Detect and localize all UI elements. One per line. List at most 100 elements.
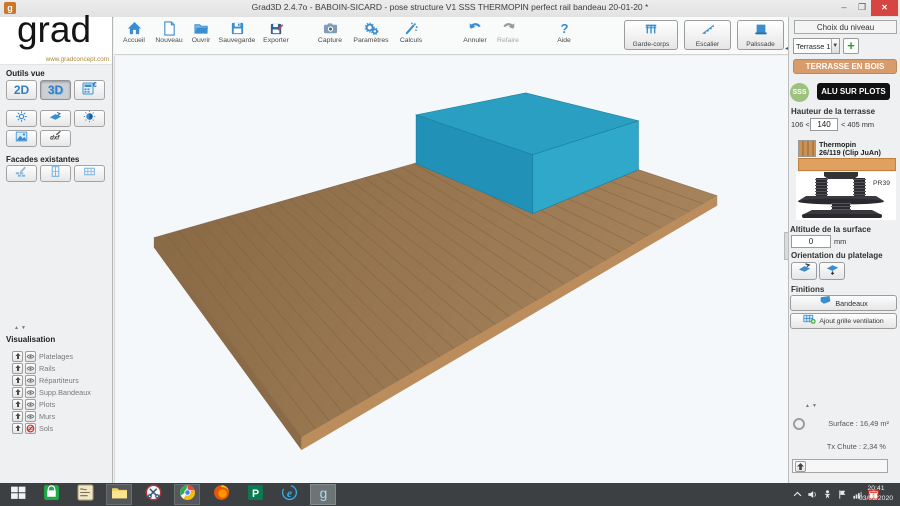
toolbar-spacer — [428, 19, 458, 20]
tool-button-dxf[interactable]: dxf — [40, 130, 71, 147]
toolbar-button-garde-corps[interactable]: Garde-corps — [624, 20, 678, 50]
eye-icon[interactable] — [25, 375, 36, 386]
alu-sur-plots-button[interactable]: ALU SUR PLOTS — [817, 83, 890, 100]
toolbar-button-nouveau[interactable]: Nouveau — [152, 19, 186, 44]
taskbar-publisher-button[interactable]: P — [242, 484, 268, 505]
speaker-icon[interactable] — [807, 489, 818, 500]
toolbar-button-parametres[interactable]: Paramètres — [348, 19, 394, 44]
altitude-unit: mm — [834, 237, 846, 246]
toolbar-right-group: Garde-corpsEscalierPalissade — [624, 20, 784, 50]
collapsed-section-bar[interactable] — [792, 459, 888, 473]
toolbar-button-ouvrir[interactable]: Ouvrir — [186, 19, 216, 44]
eye-off-icon[interactable] — [25, 423, 36, 434]
minimize-button[interactable]: – — [836, 0, 852, 16]
orientation-a-button[interactable] — [791, 262, 817, 280]
taskbar-grad-button[interactable]: g — [310, 484, 336, 505]
tool-button-brick-pencil[interactable] — [6, 165, 37, 182]
hauteur-input[interactable] — [810, 118, 838, 131]
toolbar-button-calculs[interactable]: Calculs — [394, 19, 428, 44]
toolbar-button-sauvegarde[interactable]: Sauvegarde — [216, 19, 258, 44]
grad-icon: g — [315, 484, 332, 506]
access-icon[interactable] — [822, 489, 833, 500]
eye-icon[interactable] — [25, 399, 36, 410]
taskbar-windows-start-button[interactable] — [5, 484, 31, 505]
raise-icon[interactable] — [12, 399, 23, 410]
grad-logo: grad — [0, 9, 108, 51]
raise-icon[interactable] — [12, 387, 23, 398]
raise-icon[interactable] — [12, 375, 23, 386]
view-3d-button[interactable]: 3D — [40, 80, 71, 100]
eye-icon[interactable] — [25, 351, 36, 362]
orientation-b-button[interactable] — [819, 262, 845, 280]
tx-chute-stat: Tx Chute : 2,34 % — [827, 442, 886, 451]
stairs-icon — [701, 22, 715, 41]
add-level-button[interactable]: + — [843, 38, 859, 54]
taskbar-snipping-button[interactable] — [140, 484, 166, 505]
toolbar-items: AccueilNouveauOuvrirSauvegardeExporter Ca… — [116, 19, 578, 44]
right-panel: Choix du niveau Terrasse 1 ▼ + TERRASSE … — [788, 17, 900, 483]
right-panel-splitter[interactable]: ▲▼ — [805, 403, 819, 409]
toolbar-button-palissade[interactable]: Palissade — [737, 20, 784, 50]
taskbar-store-button[interactable] — [38, 484, 64, 505]
window-title: Grad3D 2.4.7o - BABOIN-SICARD - pose str… — [0, 2, 900, 12]
flag-icon[interactable] — [837, 489, 848, 500]
toolbar-button-annuler[interactable]: Annuler — [458, 19, 492, 44]
raise-icon[interactable] — [12, 411, 23, 422]
wand-icon — [404, 20, 419, 37]
taskbar-chrome-button[interactable] — [174, 484, 200, 505]
raise-icon[interactable] — [12, 363, 23, 374]
taskbar-ie-button[interactable]: e — [276, 484, 302, 505]
close-button[interactable]: ✕ — [871, 0, 898, 16]
windows-taskbar: Pe g 20:41 03/03/2020 — [0, 483, 900, 506]
chevron-down-icon[interactable]: ▼ — [831, 39, 839, 53]
tool-button-image[interactable] — [6, 130, 37, 147]
vent-grid-button[interactable]: Ajout grille ventilation — [790, 313, 897, 329]
wood-swatch[interactable] — [798, 140, 816, 157]
sss-badge[interactable]: SSS — [790, 83, 809, 102]
altitude-label: Altitude de la surface — [790, 225, 871, 234]
tool-button-sun[interactable] — [6, 110, 37, 127]
image-icon — [15, 130, 28, 148]
bandeau-icon — [819, 294, 832, 312]
visualisation-item-plots: Plots — [12, 398, 113, 410]
maximize-button[interactable]: ❐ — [854, 0, 870, 16]
tool-button-contrast[interactable] — [74, 110, 105, 127]
home-icon — [127, 20, 142, 37]
eye-icon[interactable] — [25, 411, 36, 422]
tool-button-deck-plane[interactable] — [40, 110, 71, 127]
altitude-input[interactable] — [791, 235, 831, 248]
tool-button-grid[interactable] — [74, 165, 105, 182]
toolbar-button-aide[interactable]: ?Aide — [550, 19, 578, 44]
toolbar-button-refaire: Refaire — [492, 19, 524, 44]
toolbar-button-exporter[interactable]: Exporter — [258, 19, 294, 44]
cost-calculator-button[interactable]: € — [74, 80, 105, 100]
tool-button-window-frame[interactable] — [40, 165, 71, 182]
system-tray: 20:41 03/03/2020 — [792, 483, 880, 506]
taskbar-clock[interactable]: 20:41 03/03/2020 — [856, 484, 896, 504]
outils-vue-heading: Outils vue — [6, 69, 45, 78]
raise-icon[interactable] — [12, 423, 23, 434]
application-window: g Grad3D 2.4.7o - BABOIN-SICARD - pose s… — [0, 0, 900, 506]
svg-text:g: g — [319, 484, 327, 500]
bandeaux-button[interactable]: Bandeaux — [790, 295, 897, 311]
sidebar-splitter[interactable]: ▲▼ — [14, 325, 28, 331]
taskbar-firefox-button[interactable] — [208, 484, 234, 505]
raise-icon[interactable] — [795, 461, 806, 472]
taskbar-notes-button[interactable] — [72, 484, 98, 505]
clock-date: 03/03/2020 — [856, 494, 896, 504]
tray-up-icon[interactable] — [792, 489, 803, 500]
toolbar-button-accueil[interactable]: Accueil — [116, 19, 152, 44]
calc-euro-icon: € — [82, 80, 98, 101]
toolbar-button-escalier[interactable]: Escalier — [684, 20, 731, 50]
viewport-3d[interactable] — [114, 56, 788, 483]
level-select[interactable]: Terrasse 1 ▼ — [793, 38, 840, 54]
raise-icon[interactable] — [12, 351, 23, 362]
taskbar-folder-button[interactable] — [106, 484, 132, 505]
svg-text:dxf: dxf — [50, 134, 60, 141]
eye-icon[interactable] — [25, 363, 36, 374]
view-2d-button[interactable]: 2D — [6, 80, 37, 100]
bandeaux-label: Bandeaux — [835, 299, 867, 308]
toolbar-button-capture[interactable]: Capture — [312, 19, 348, 44]
eye-icon[interactable] — [25, 387, 36, 398]
terrasse-en-bois-button[interactable]: TERRASSE EN BOIS — [793, 59, 897, 74]
